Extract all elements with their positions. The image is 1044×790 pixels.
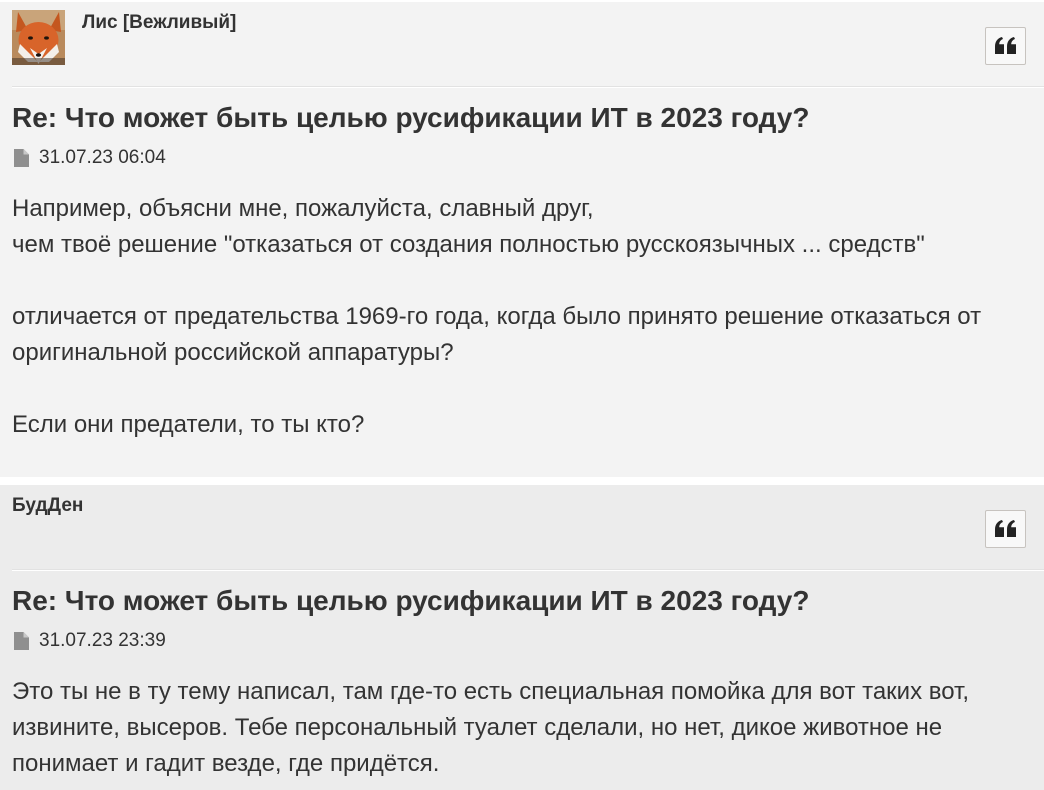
post-content-line: чем твоё решение "отказаться от создания… <box>12 231 925 258</box>
post-date: 31.07.23 06:04 <box>39 147 166 168</box>
post-author[interactable]: Лис [Вежливый] <box>82 12 236 34</box>
post-title[interactable]: Re: Что может быть целью русификации ИТ … <box>12 102 809 134</box>
post-content-line: извините, высеров. Тебе персональный туа… <box>12 714 943 741</box>
post-divider <box>12 569 1044 571</box>
quote-icon <box>994 37 1016 54</box>
post-content: Например, объясни мне, пожалуйста, славн… <box>12 191 981 443</box>
post-meta: 31.07.23 06:04 <box>12 147 166 169</box>
post-content-line: Например, объясни мне, пожалуйста, славн… <box>12 195 594 222</box>
post-divider <box>12 86 1044 88</box>
post-content-line: отличается от предательства 1969-го года… <box>12 303 982 330</box>
post-content-line: понимает и гадит везде, где придётся. <box>12 750 440 777</box>
quote-button[interactable] <box>985 27 1026 65</box>
post-content-line: Это ты не в ту тему написал, там где-то … <box>12 678 970 705</box>
post-meta: 31.07.23 23:39 <box>12 630 166 652</box>
avatar[interactable] <box>12 10 65 65</box>
post-date: 31.07.23 23:39 <box>39 630 166 651</box>
post-content-line: оригинальной российской аппаратуры? <box>12 339 454 366</box>
post: БудДен Re: Что может быть целью русифика… <box>0 485 1044 790</box>
post: Лис [Вежливый] Re: Что может быть целью … <box>0 2 1044 477</box>
quote-icon <box>994 520 1016 537</box>
post-content-line <box>12 263 981 299</box>
quote-button[interactable] <box>985 510 1026 548</box>
post-content: Это ты не в ту тему написал, там где-то … <box>12 674 969 782</box>
file-icon[interactable] <box>14 632 29 650</box>
post-title[interactable]: Re: Что может быть целью русификации ИТ … <box>12 585 809 617</box>
post-content-line: Если они предатели, то ты кто? <box>12 411 365 438</box>
file-icon[interactable] <box>14 149 29 167</box>
fox-avatar-image <box>12 10 65 65</box>
post-author[interactable]: БудДен <box>12 495 83 517</box>
post-content-line <box>12 371 981 407</box>
